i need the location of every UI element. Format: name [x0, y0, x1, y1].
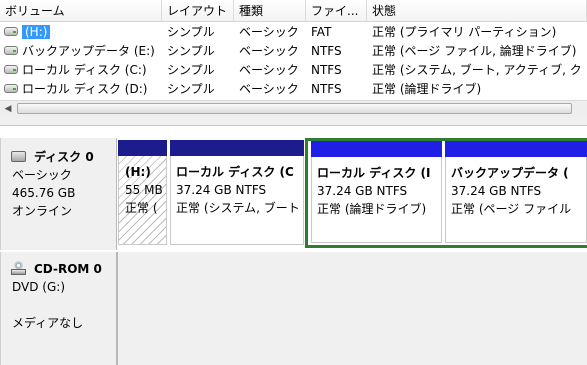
drive-icon — [4, 65, 18, 74]
volume-layout: シンプル — [167, 44, 215, 58]
volume-type: ベーシック — [239, 82, 299, 96]
cdrom-media-area[interactable] — [117, 252, 587, 365]
volume-name-cell: ローカル ディスク (D:) — [0, 80, 162, 99]
partition-name: バックアップデータ ( — [451, 166, 569, 180]
partition-size: 37.24 GB NTFS — [317, 184, 408, 198]
volume-row[interactable]: ローカル ディスク (D:) シンプル ベーシック NTFS 正常 (論理ドライ… — [0, 80, 587, 99]
cd-drive-icon — [11, 261, 26, 275]
partition-size: 55 MB — [125, 183, 163, 197]
drive-icon — [4, 46, 18, 55]
column-header-filesystem[interactable]: ファイ... — [306, 0, 367, 22]
disk-0-label[interactable]: ディスク 0 ベーシック 465.76 GB オンライン — [0, 138, 117, 250]
volume-status: 正常 (ページ ファイル, 論理ドライブ) — [372, 44, 577, 58]
cdrom-drive: DVD (G:) — [12, 280, 65, 294]
partition-size: 37.24 GB NTFS — [451, 184, 542, 198]
partition-e[interactable]: バックアップデータ ( 37.24 GB NTFS 正常 (ページ ファイル — [445, 141, 587, 243]
partition-h[interactable]: (H:) 55 MB 正常 ( — [118, 140, 167, 245]
volume-filesystem: NTFS — [311, 82, 342, 96]
volume-name-cell: バックアップデータ (E:) — [0, 42, 162, 61]
partition-body: バックアップデータ ( 37.24 GB NTFS 正常 (ページ ファイル — [445, 157, 587, 243]
column-header-status[interactable]: 状態 — [367, 0, 587, 22]
hard-disk-icon — [11, 151, 26, 162]
volume-row[interactable]: (H:) シンプル ベーシック FAT 正常 (プライマリ パーティション) — [0, 23, 587, 42]
partition-status: 正常 (システム, ブート — [176, 201, 300, 215]
volume-filesystem: NTFS — [311, 44, 342, 58]
partition-d[interactable]: ローカル ディスク (I 37.24 GB NTFS 正常 (論理ドライブ) — [311, 141, 442, 243]
partition-body: ローカル ディスク (I 37.24 GB NTFS 正常 (論理ドライブ) — [311, 157, 442, 243]
volume-type: ベーシック — [239, 44, 299, 58]
disk-state: オンライン — [12, 204, 73, 218]
volume-type: ベーシック — [239, 25, 299, 39]
drive-icon — [4, 27, 18, 36]
partition-name: ローカル ディスク (C — [176, 165, 294, 179]
partition-status: 正常 (論理ドライブ) — [317, 202, 427, 216]
cdrom-media: メディアなし — [12, 316, 84, 330]
volume-status: 正常 (プライマリ パーティション) — [372, 25, 557, 39]
volume-list: ボリューム レイアウト 種類 ファイ... 状態 (H:) シンプル ベーシック… — [0, 0, 587, 100]
volume-filesystem: FAT — [311, 25, 332, 39]
column-header-volume[interactable]: ボリューム — [0, 0, 162, 22]
partition-bar — [118, 140, 167, 156]
disk-size: 465.76 GB — [12, 186, 76, 200]
partition-c[interactable]: ローカル ディスク (C 37.24 GB NTFS 正常 (システム, ブート — [170, 140, 304, 245]
partition-body: ローカル ディスク (C 37.24 GB NTFS 正常 (システム, ブート — [170, 156, 304, 245]
partition-status: 正常 ( — [125, 201, 158, 215]
volume-layout: シンプル — [167, 82, 215, 96]
partition-bar — [311, 141, 442, 157]
cdrom-title: CD-ROM 0 — [34, 262, 102, 276]
partition-bar — [445, 141, 587, 157]
volume-name-cell: (H:) — [0, 23, 162, 42]
partition-name: (H:) — [125, 165, 151, 179]
drive-icon — [4, 84, 18, 93]
volume-name: バックアップデータ (E:) — [22, 44, 155, 58]
volume-name: (H:) — [22, 25, 51, 39]
volume-type: ベーシック — [239, 63, 299, 77]
column-header-layout[interactable]: レイアウト — [162, 0, 234, 22]
partition-body: (H:) 55 MB 正常 ( — [118, 156, 167, 245]
column-header-type[interactable]: 種類 — [234, 0, 306, 22]
volume-status: 正常 (論理ドライブ) — [372, 82, 482, 96]
partition-name: ローカル ディスク (I — [317, 166, 431, 180]
disk-title: ディスク 0 — [34, 150, 94, 164]
partition-status: 正常 (ページ ファイル — [451, 202, 572, 216]
horizontal-scrollbar[interactable]: ◀ — [0, 100, 587, 117]
volume-name: ローカル ディスク (C:) — [22, 63, 147, 77]
scrollbar-thumb[interactable] — [17, 103, 572, 114]
scroll-left-arrow-icon[interactable]: ◀ — [0, 101, 16, 117]
volume-layout: シンプル — [167, 63, 215, 77]
volume-row[interactable]: ローカル ディスク (C:) シンプル ベーシック NTFS 正常 (システム,… — [0, 61, 587, 80]
disk-title-line: ディスク 0 — [11, 148, 116, 166]
partition-size: 37.24 GB NTFS — [176, 183, 267, 197]
volume-row[interactable]: バックアップデータ (E:) シンプル ベーシック NTFS 正常 (ページ フ… — [0, 42, 587, 61]
disk-kind: ベーシック — [12, 168, 72, 182]
volume-name-cell: ローカル ディスク (C:) — [0, 61, 162, 80]
pane-splitter[interactable] — [0, 117, 587, 126]
volume-status: 正常 (システム, ブート, アクティブ, ク — [372, 63, 582, 77]
volume-name: ローカル ディスク (D:) — [22, 82, 148, 96]
partition-bar — [170, 140, 304, 156]
cdrom-row: CD-ROM 0 DVD (G:) メディアなし — [0, 252, 587, 365]
cdrom-label[interactable]: CD-ROM 0 DVD (G:) メディアなし — [0, 252, 117, 365]
cdrom-title-line: CD-ROM 0 — [11, 260, 116, 278]
volume-filesystem: NTFS — [311, 63, 342, 77]
volume-layout: シンプル — [167, 25, 215, 39]
